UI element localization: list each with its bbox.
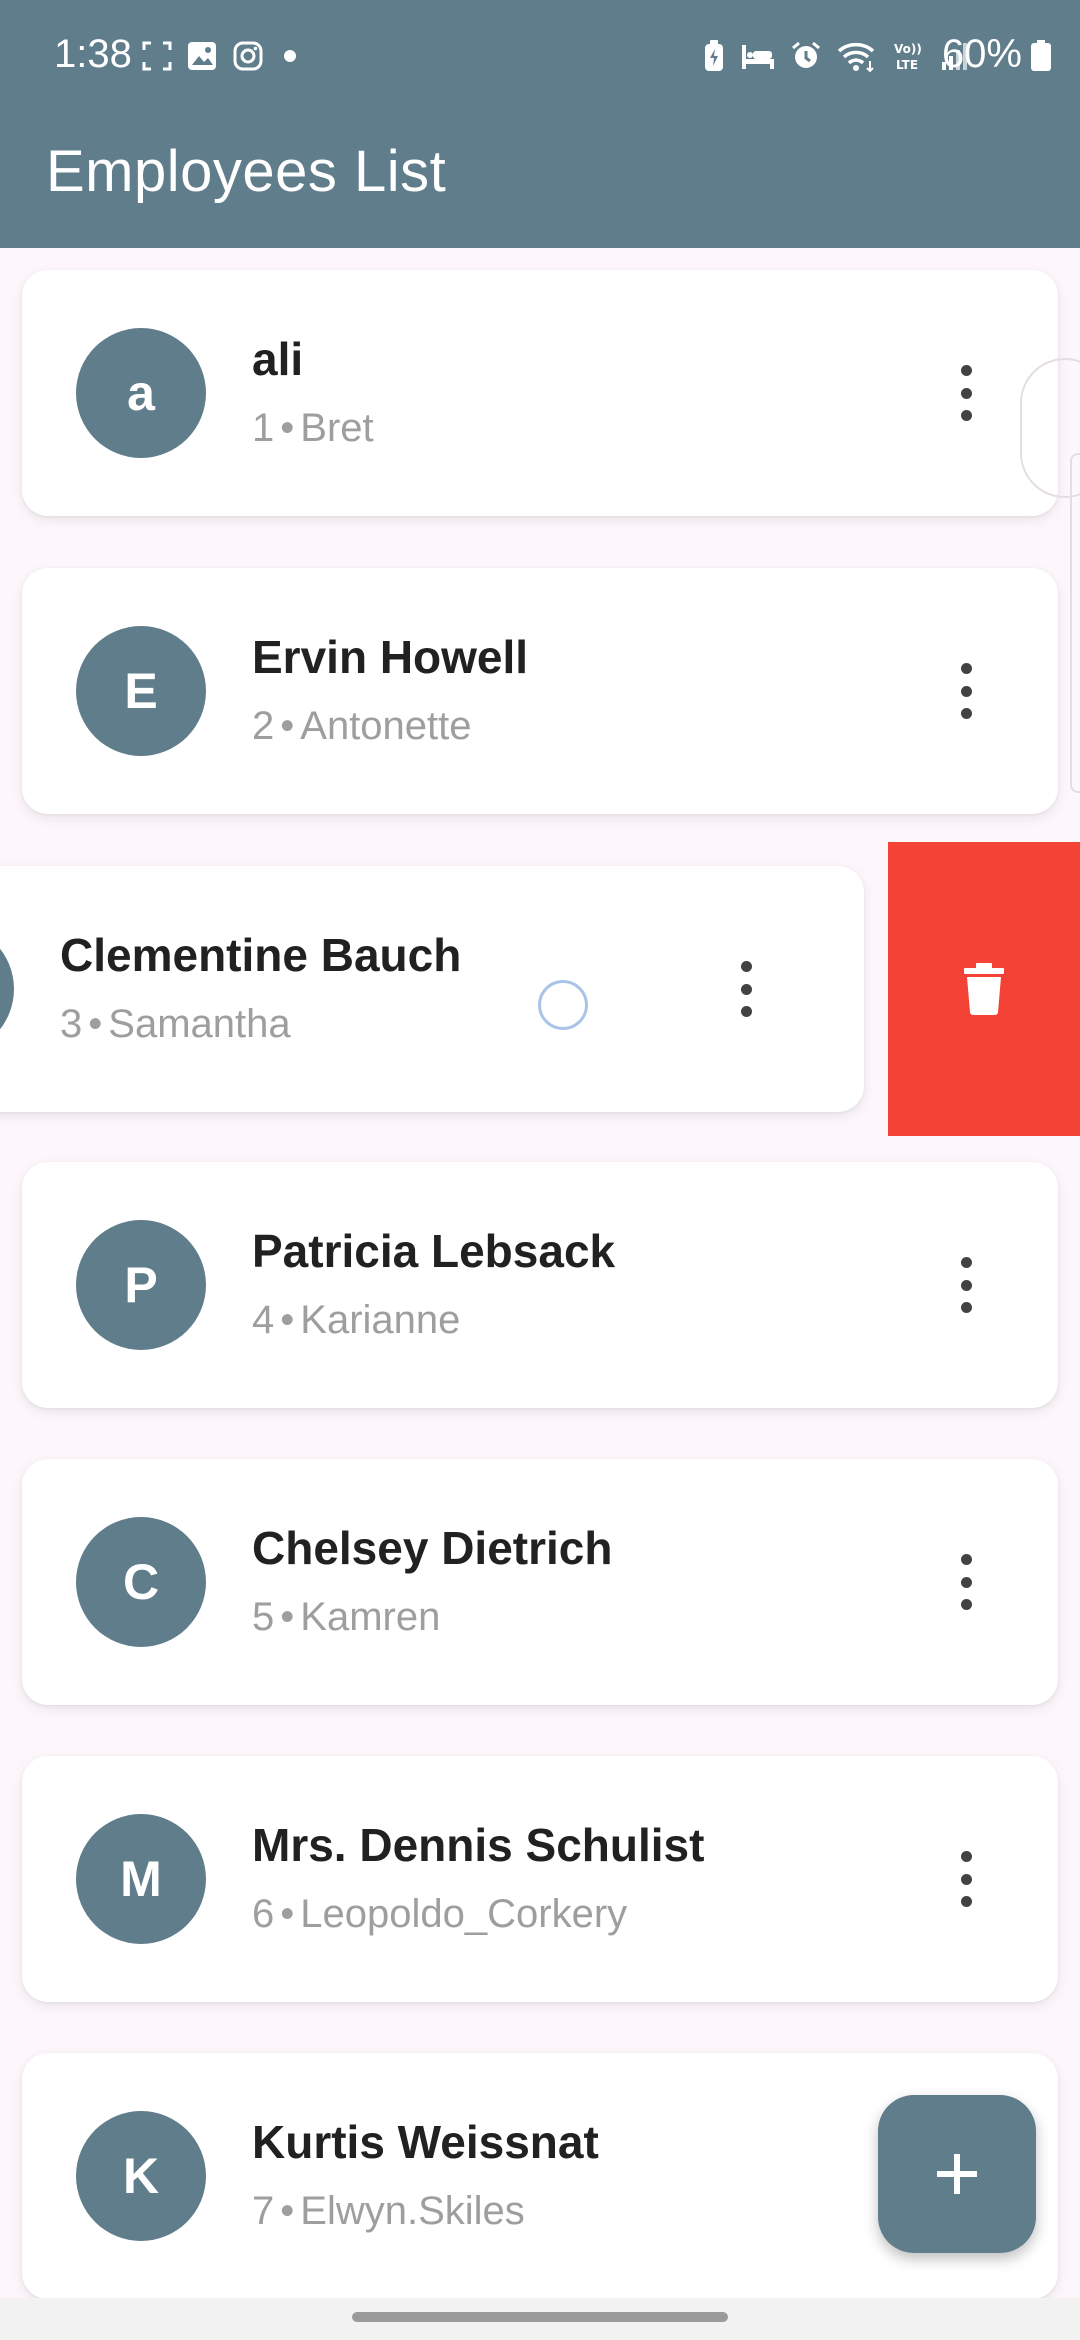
employee-card[interactable]: E Ervin Howell 2 • Antonette [22,568,1058,814]
employee-subtitle: 4 • Karianne [252,1298,460,1343]
svg-text:LTE: LTE [896,58,918,72]
separator: • [88,1002,103,1046]
gesture-nav-area [0,2298,1080,2340]
more-options-icon[interactable] [960,1257,972,1313]
volte-icon: Vo)) LTE [894,42,922,72]
separator: • [280,406,295,450]
employee-name: Patricia Lebsack [252,1225,616,1277]
employee-name: Mrs. Dennis Schulist [252,1819,705,1871]
employee-id: 2 [252,704,275,748]
employee-id: 1 [252,406,275,450]
dot-icon [284,50,296,62]
home-gesture-handle[interactable] [352,2312,728,2322]
avatar: E [76,626,206,756]
employee-username: Leopoldo_Corkery [300,1892,628,1936]
add-employee-button[interactable] [878,2095,1036,2253]
employee-id: 6 [252,1892,275,1936]
employee-card[interactable]: C Chelsey Dietrich 5 • Kamren [22,1459,1058,1705]
employee-subtitle: 1 • Bret [252,406,374,451]
employee-username: Elwyn.Skiles [300,2189,525,2233]
employee-id: 5 [252,1595,275,1639]
employee-name: Chelsey Dietrich [252,1522,613,1574]
alarm-icon [792,41,820,68]
employee-username: Samantha [108,1002,291,1046]
avatar: K [76,2111,206,2241]
plus-icon [937,2154,977,2194]
delete-swipe-action[interactable] [888,842,1080,1136]
screenshot-icon [142,41,172,71]
separator: • [280,1298,295,1342]
employee-card[interactable]: a ali 1 • Bret [22,270,1058,516]
more-options-icon[interactable] [960,1554,972,1610]
employee-name: ali [252,333,304,385]
employee-card-swiped[interactable]: C Clementine Bauch 3•Samantha [0,866,864,1112]
battery-saver-icon [705,40,723,71]
employee-subtitle: 3 • Samantha [60,1002,291,1047]
employee-username: Bret [300,406,374,450]
more-options-icon[interactable] [960,663,972,719]
employee-id: 7 [252,2189,275,2233]
employee-name: Kurtis Weissnat [252,2116,599,2168]
trash-icon [964,963,1004,1015]
employee-id: 4 [252,1298,275,1342]
touch-ripple [538,980,588,1030]
employee-subtitle: 2 • Antonette [252,704,472,749]
avatar: C [76,1517,206,1647]
more-options-icon[interactable] [960,365,972,421]
avatar: C [0,924,14,1054]
battery-percent: 60% [941,32,1022,76]
status-left-icons [142,38,302,74]
employee-username: Kamren [300,1595,441,1639]
employee-username: Antonette [300,704,472,748]
employee-id: 3 [60,1002,83,1046]
employee-username: Karianne [300,1298,461,1342]
battery-icon [1031,40,1051,71]
edge-panel-bar[interactable] [1070,453,1080,793]
employee-card[interactable]: P Patricia Lebsack 4 • Karianne [22,1162,1058,1408]
svg-text:Vo)): Vo)) [894,42,922,56]
separator: • [280,2189,295,2233]
more-options-icon[interactable] [960,1851,972,1907]
employee-subtitle: 7 • Elwyn.Skiles [252,2189,525,2234]
status-time: 1:38 [54,32,132,76]
employee-list[interactable]: a ali 1 • Bret E Ervin Howell 2 • Antonette … [0,248,1080,2298]
employee-subtitle: 6 • Leopoldo_Corkery [252,1892,627,1937]
separator: • [280,1892,295,1936]
page-title: Employees List [46,139,447,204]
separator: • [280,1595,295,1639]
bed-icon [742,45,774,69]
employee-subtitle: 5 • Kamren [252,1595,440,1640]
separator: • [280,704,295,748]
avatar: P [76,1220,206,1350]
gallery-icon [188,42,216,70]
more-options-icon[interactable] [740,961,752,1017]
app-bar: Employees List [0,110,1080,248]
avatar: a [76,328,206,458]
employee-name: Clementine Bauch [60,929,462,981]
wifi-icon [837,43,875,73]
status-bar: 1:38 Vo)) LTE 60% [0,0,1080,110]
employee-card[interactable]: M Mrs. Dennis Schulist 6 • Leopoldo_Corker… [22,1756,1058,2002]
avatar: M [76,1814,206,1944]
employee-name: Ervin Howell [252,631,529,683]
instagram-icon [233,41,263,71]
status-right-icons: Vo)) LTE [702,36,970,76]
